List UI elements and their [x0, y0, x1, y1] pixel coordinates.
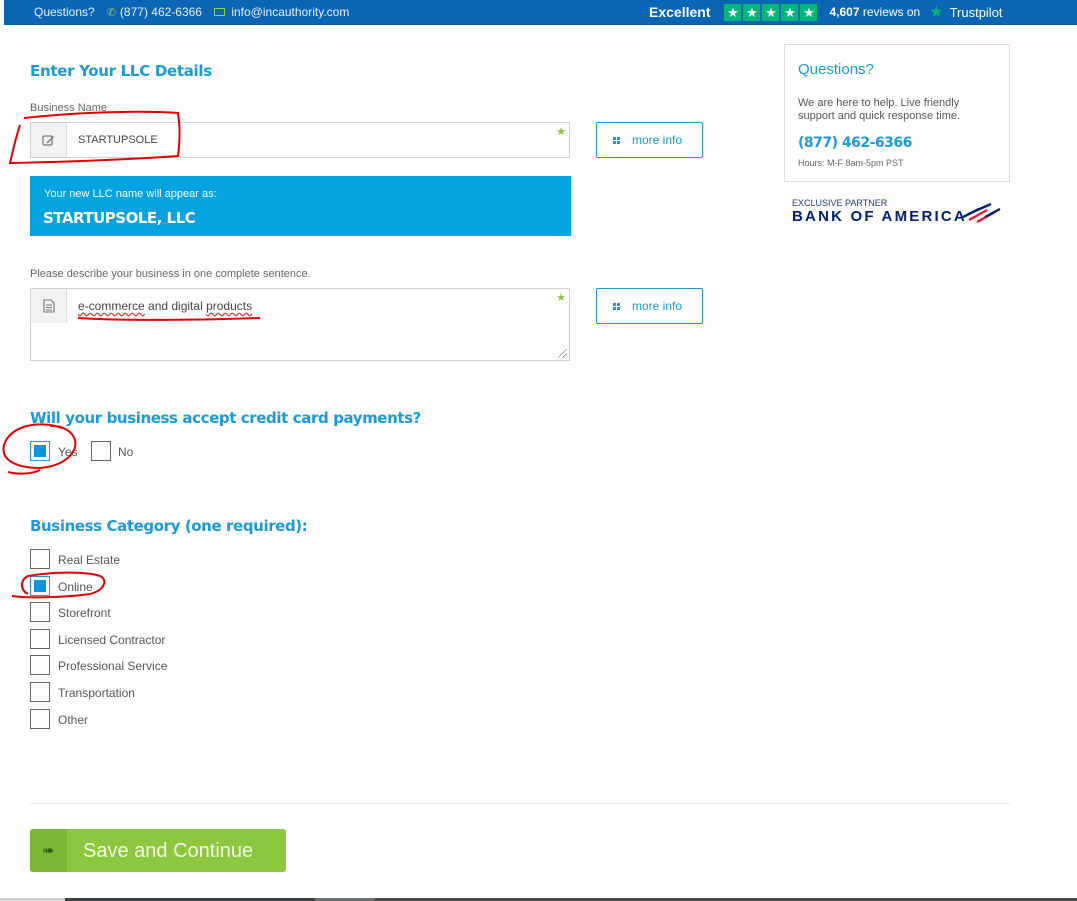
questions-label: Questions? [34, 5, 95, 19]
arrow-right-icon: ➠ [30, 829, 67, 872]
edit-icon [31, 123, 67, 157]
required-star-icon: ★ [556, 126, 566, 138]
phone-icon: ✆ [106, 7, 116, 19]
trustpilot-star-icon: ★ [929, 4, 944, 21]
questions-panel: Questions? We are here to help. Live fri… [784, 44, 1010, 182]
support-phone[interactable]: (877) 462-6366 [798, 135, 912, 151]
partner-logo-text: BANK OF AMERICA [792, 208, 967, 225]
category-transportation-checkbox[interactable] [30, 682, 50, 702]
credit-card-no-checkbox[interactable] [91, 441, 111, 461]
email-link[interactable]: info@incauthority.com [213, 5, 349, 19]
phone-link[interactable]: ✆ (877) 462-6366 [107, 5, 202, 19]
category-online-checkbox[interactable] [30, 576, 50, 596]
trustpilot-widget[interactable]: Excellent ★ ★ ★ ★ ★ 4,607 reviews on ★ T… [649, 2, 1003, 22]
page-title: Enter Your LLC Details [30, 62, 212, 80]
bank-flag-logo-icon [962, 203, 1001, 223]
grid-icon [613, 302, 620, 310]
category-real-estate-checkbox[interactable] [30, 549, 50, 569]
support-hours: Hours: M-F 8am-5pm PST [798, 158, 904, 168]
category-online-label[interactable]: Online [58, 580, 93, 594]
document-icon [31, 289, 67, 323]
trustpilot-name: Trustpilot [949, 4, 1003, 20]
star-icon: ★ [781, 3, 799, 21]
description-textarea[interactable]: e-commerce and digital products ★ [30, 288, 570, 361]
category-other-label[interactable]: Other [58, 713, 88, 727]
divider [30, 803, 1010, 804]
star-icon: ★ [743, 3, 761, 21]
partner-caption: EXCLUSIVE PARTNER [792, 198, 888, 208]
description-value: e-commerce and digital products [78, 299, 253, 313]
star-icon: ★ [724, 3, 742, 21]
reviews-text: 4,607 reviews on [829, 5, 921, 19]
questions-heading: Questions? [798, 61, 874, 78]
category-other-checkbox[interactable] [30, 709, 50, 729]
description-more-info-button[interactable]: more info [596, 288, 703, 324]
rating-word: Excellent [649, 4, 711, 20]
category-professional-service-label[interactable]: Professional Service [58, 659, 167, 673]
category-storefront-label[interactable]: Storefront [58, 606, 111, 620]
credit-card-yes-label[interactable]: Yes [58, 445, 78, 459]
required-star-icon: ★ [556, 292, 566, 304]
mail-icon [213, 8, 225, 16]
resize-handle[interactable] [558, 349, 567, 358]
preview-name: STARTUPSOLE, LLC [43, 209, 196, 227]
business-name-value: STARTUPSOLE [78, 134, 158, 146]
description-label: Please describe your business in one com… [30, 268, 311, 280]
category-licensed-contractor-label[interactable]: Licensed Contractor [58, 633, 165, 647]
grid-icon [613, 136, 620, 144]
star-icon: ★ [762, 3, 780, 21]
business-name-label: Business Name [30, 102, 108, 114]
top-contact-bar: Questions? ✆ (877) 462-6366 info@incautho… [4, 0, 1077, 25]
llc-name-preview: Your new LLC name will appear as: STARTU… [30, 176, 571, 236]
category-storefront-checkbox[interactable] [30, 602, 50, 622]
category-professional-service-checkbox[interactable] [30, 655, 50, 675]
credit-card-question: Will your business accept credit card pa… [30, 409, 421, 427]
save-and-continue-button[interactable]: ➠ Save and Continue [30, 829, 286, 872]
credit-card-yes-checkbox[interactable] [30, 441, 50, 461]
star-icon: ★ [800, 3, 818, 21]
business-name-more-info-button[interactable]: more info [596, 122, 703, 158]
preview-caption: Your new LLC name will appear as: [44, 188, 217, 200]
business-category-heading: Business Category (one required): [30, 517, 308, 535]
rating-stars: ★ ★ ★ ★ ★ [724, 3, 818, 21]
business-name-input[interactable]: STARTUPSOLE ★ [30, 122, 570, 158]
category-real-estate-label[interactable]: Real Estate [58, 553, 120, 567]
category-transportation-label[interactable]: Transportation [58, 686, 135, 700]
category-licensed-contractor-checkbox[interactable] [30, 629, 50, 649]
questions-text: We are here to help. Live friendly suppo… [798, 97, 961, 122]
credit-card-no-label[interactable]: No [118, 445, 133, 459]
